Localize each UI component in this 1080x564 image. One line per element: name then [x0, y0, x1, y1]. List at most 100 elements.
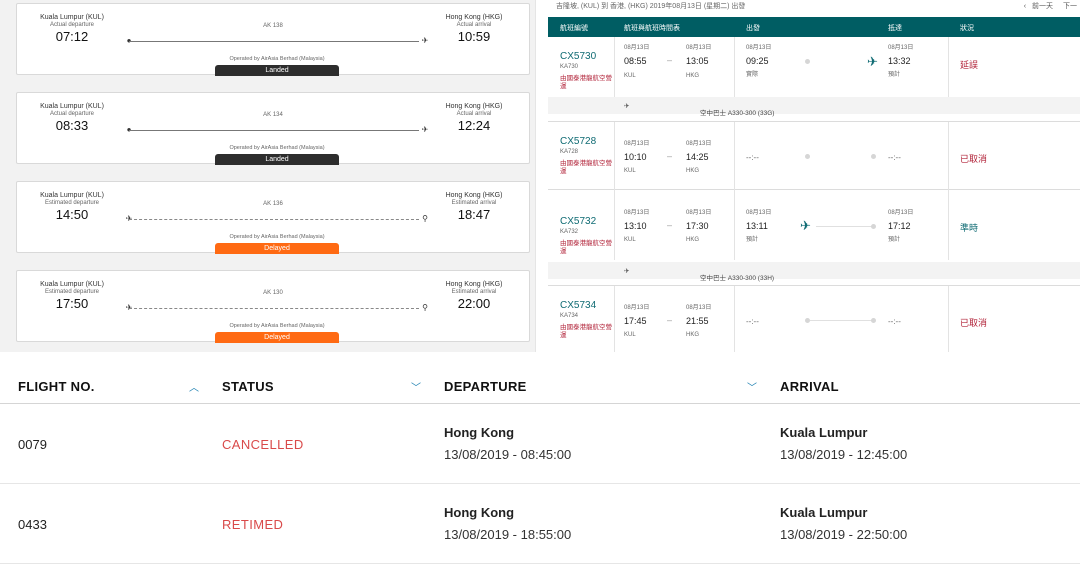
destination-city: Hong Kong (HKG) [445, 103, 503, 110]
header-flight-no[interactable]: FLIGHT NO. [18, 379, 95, 394]
operated-by: Operated by AirAsia Berhad (Malaysia) [229, 145, 325, 151]
table-row[interactable]: 0079 CANCELLED Hong Kong 13/08/2019 - 08… [0, 404, 1080, 484]
arrival-time: 12:24 [457, 118, 491, 134]
header-departure: 出發 [746, 25, 760, 32]
table-row[interactable]: 0433 RETIMED Hong Kong 13/08/2019 - 18:5… [0, 484, 1080, 564]
table-header: FLIGHT NO. ︿ STATUS ﹀ DEPARTURE ﹀ ARRIVA… [0, 352, 1080, 404]
arrival-datetime: 13/08/2019 - 12:45:00 [780, 447, 908, 462]
sched-arr-date: 08月13日 [686, 141, 712, 147]
aircraft-info: ✈ 空中巴士 A330-300 (33G) [624, 103, 775, 117]
flight-card[interactable]: Kuala Lumpur (KUL) Estimated departure 1… [16, 270, 530, 343]
sched-arr-airport: HKG [686, 332, 700, 338]
departure-info: Kuala Lumpur (KUL) Actual departure 07:1… [17, 14, 127, 45]
route-line [129, 130, 419, 131]
flight-number[interactable]: CX5732 [560, 216, 596, 227]
departure-datetime: 13/08/2019 - 18:55:00 [444, 527, 572, 542]
departure-kind: Estimated departure [44, 288, 100, 295]
sched-arr-airport: HKG [686, 168, 700, 174]
table-row[interactable]: CX5734 KA734 由國泰港龍航空營運 08月13日 17:45 KUL … [548, 286, 1080, 352]
header-arrival[interactable]: ARRIVAL [780, 379, 839, 394]
table-row[interactable]: CX5728 KA728 由國泰港龍航空營運 08月13日 10:10 KUL … [548, 122, 1080, 190]
flight-card[interactable]: Kuala Lumpur (KUL) Actual departure 08:3… [16, 92, 530, 165]
sched-dep-airport: KUL [624, 73, 636, 79]
route-line [129, 308, 419, 309]
arrival-time: 18:47 [457, 207, 491, 223]
flight-number: 0433 [18, 517, 47, 532]
destination-city: Hong Kong (HKG) [445, 192, 503, 199]
origin-city: Kuala Lumpur (KUL) [40, 14, 104, 21]
arrival-time: 10:59 [457, 29, 491, 45]
operated-by: 由國泰港龍航空營運 [560, 324, 612, 340]
flight-status: 延誤 [960, 60, 979, 70]
arr-date: 08月13日 [888, 45, 914, 51]
arrival-city: Kuala Lumpur [780, 425, 868, 440]
sched-dep-time: 10:10 [624, 152, 647, 162]
airasia-panel: Kuala Lumpur (KUL) Actual departure 07:1… [0, 0, 535, 352]
column-divider [948, 286, 949, 352]
arrival-info: Hong Kong (HKG) Estimated arrival 18:47 [419, 192, 529, 223]
sched-dep-time: 08:55 [624, 56, 647, 66]
table-header: 航班編號 航班與航班時間表 出發 抵達 狀況 [548, 17, 1080, 37]
departure-info: Kuala Lumpur (KUL) Estimated departure 1… [17, 281, 127, 312]
day-navigation: ‹ 前一天 下一 [1020, 1, 1077, 11]
flight-number: AK 130 [263, 290, 283, 296]
route-line [129, 219, 419, 220]
route-summary: 吉隆坡, (KUL) 到 香港, (HKG) 2019年08月13日 (星期二)… [556, 3, 746, 10]
prev-day-label: 前一天 [1032, 3, 1054, 10]
separator: – [667, 220, 673, 230]
route-line [129, 41, 419, 42]
track-dot [871, 224, 876, 229]
flight-card[interactable]: Kuala Lumpur (KUL) Estimated departure 1… [16, 181, 530, 254]
header-status: 狀況 [960, 25, 974, 32]
flight-status-table: FLIGHT NO. ︿ STATUS ﹀ DEPARTURE ﹀ ARRIVA… [0, 352, 1080, 564]
column-divider [948, 190, 949, 260]
progress-track [810, 320, 872, 321]
departure-time: 17:50 [55, 296, 89, 312]
flight-number[interactable]: CX5734 [560, 300, 596, 311]
chevron-up-icon[interactable]: ︿ [189, 379, 199, 394]
column-divider [614, 286, 615, 352]
sched-dep-date: 08月13日 [624, 210, 650, 216]
next-day-link[interactable]: 下一 [1059, 3, 1077, 10]
flight-card[interactable]: Kuala Lumpur (KUL) Actual departure 07:1… [16, 3, 530, 76]
header-status[interactable]: STATUS [222, 379, 274, 394]
arrival-info: Hong Kong (HKG) Actual arrival 10:59 [419, 14, 529, 45]
plane-icon: ✈ [800, 218, 811, 233]
column-divider [614, 37, 615, 97]
flight-number[interactable]: CX5730 [560, 51, 596, 62]
arr-time: --:-- [888, 153, 901, 162]
arr-date: 08月13日 [888, 210, 914, 216]
dep-note: 實際 [746, 72, 759, 78]
column-divider [734, 190, 735, 260]
chevron-down-icon[interactable]: ﹀ [411, 379, 421, 394]
departure-time: 08:33 [55, 118, 89, 134]
flight-number[interactable]: CX5728 [560, 136, 596, 147]
prev-day-link[interactable]: ‹ 前一天 [1024, 3, 1053, 10]
column-divider [948, 122, 949, 190]
sched-dep-airport: KUL [624, 168, 636, 174]
destination-city: Hong Kong (HKG) [445, 281, 503, 288]
sched-dep-airport: KUL [624, 332, 636, 338]
column-divider [734, 122, 735, 190]
chevron-down-icon[interactable]: ﹀ [747, 379, 757, 394]
sched-dep-date: 08月13日 [624, 45, 650, 51]
header-flight: 航班編號 [560, 25, 588, 32]
table-row[interactable]: CX5732 KA732 由國泰港龍航空營運 08月13日 13:10 KUL … [548, 190, 1080, 286]
header-departure[interactable]: DEPARTURE [444, 379, 527, 394]
operated-by: 由國泰港龍航空營運 [560, 75, 612, 91]
operated-by: 由國泰港龍航空營運 [560, 240, 612, 256]
plane-icon: ✈ [867, 54, 878, 69]
codeshare-number: KA730 [560, 64, 579, 70]
arrival-kind: Estimated arrival [451, 199, 497, 206]
dep-time: 13:11 [746, 221, 768, 231]
separator: – [667, 151, 673, 161]
flight-number: AK 136 [263, 201, 283, 207]
sched-arr-date: 08月13日 [686, 305, 712, 311]
track-dot [805, 154, 810, 159]
status-text: RETIMED [222, 517, 284, 532]
separator: – [667, 315, 673, 325]
destination-city: Hong Kong (HKG) [445, 14, 503, 21]
table-row[interactable]: CX5730 KA730 由國泰港龍航空營運 08月13日 08:55 KUL … [548, 37, 1080, 122]
dep-date: 08月13日 [746, 210, 772, 216]
sched-dep-airport: KUL [624, 237, 636, 243]
